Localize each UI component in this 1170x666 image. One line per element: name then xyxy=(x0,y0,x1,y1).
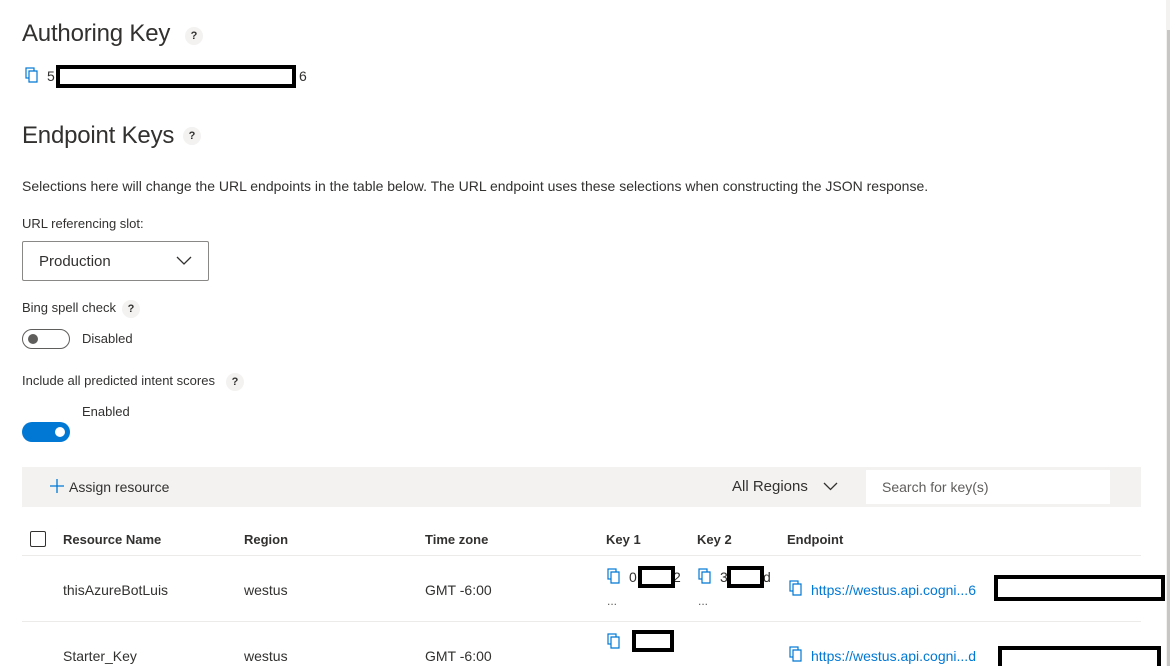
slot-dropdown[interactable]: Production xyxy=(22,241,209,281)
endpoint-keys-title: Endpoint Keys xyxy=(22,122,175,149)
select-all-checkbox[interactable] xyxy=(30,531,46,547)
bing-spell-check-label: Bing spell check xyxy=(22,300,116,315)
intent-scores-state: Enabled xyxy=(82,404,130,419)
bing-spell-check-toggle[interactable] xyxy=(22,329,70,349)
row2-region: westus xyxy=(244,648,288,664)
row1-key1-more: ... xyxy=(607,594,618,608)
row1-key2-redaction-inner xyxy=(731,570,760,584)
toggle-knob xyxy=(55,427,65,437)
slot-label: URL referencing slot: xyxy=(22,216,144,231)
authoring-key-prefix: 5 xyxy=(47,68,55,84)
copy-key2-icon[interactable] xyxy=(698,568,712,584)
intent-scores-help-icon[interactable]: ? xyxy=(226,373,244,391)
row1-endpoint-redaction-inner xyxy=(998,579,1161,597)
row1-resource-name: thisAzureBotLuis xyxy=(63,582,169,598)
row1-region: westus xyxy=(244,582,288,598)
row2-timezone: GMT -6:00 xyxy=(425,648,492,664)
column-header-endpoint[interactable]: Endpoint xyxy=(787,532,843,547)
column-header-time-zone[interactable]: Time zone xyxy=(425,532,488,547)
slot-dropdown-value: Production xyxy=(39,252,111,270)
column-header-resource-name[interactable]: Resource Name xyxy=(63,532,161,547)
copy-endpoint-icon[interactable] xyxy=(789,646,803,662)
chevron-down-icon[interactable] xyxy=(823,482,838,491)
bing-spell-check-help-icon[interactable]: ? xyxy=(122,300,140,318)
intent-scores-label: Include all predicted intent scores xyxy=(22,373,215,388)
plus-icon[interactable] xyxy=(50,479,64,493)
row1-key1-redaction-inner xyxy=(642,570,671,584)
endpoint-keys-help-icon[interactable]: ? xyxy=(183,127,201,145)
row1-endpoint-link[interactable]: https://westus.api.cogni...6 xyxy=(811,582,976,598)
authoring-key-redaction-inner xyxy=(60,69,292,84)
search-keys-input[interactable] xyxy=(866,470,1110,504)
row1-key2-suffix: d xyxy=(763,569,771,585)
authoring-key-suffix: 6 xyxy=(299,68,307,84)
endpoint-keys-description: Selections here will change the URL endp… xyxy=(22,178,929,194)
row1-timezone: GMT -6:00 xyxy=(425,582,492,598)
copy-key1-icon[interactable] xyxy=(607,633,621,649)
row2-endpoint-redaction-inner xyxy=(1002,650,1157,666)
copy-authoring-key-icon[interactable] xyxy=(25,67,39,83)
row1-key2-more: ... xyxy=(698,594,709,608)
column-header-key1[interactable]: Key 1 xyxy=(606,532,641,547)
copy-key1-icon[interactable] xyxy=(607,568,621,584)
copy-endpoint-icon[interactable] xyxy=(789,580,803,596)
column-header-key2[interactable]: Key 2 xyxy=(697,532,732,547)
row1-key1-prefix: 0 xyxy=(629,569,637,585)
bing-spell-check-state: Disabled xyxy=(82,331,133,346)
authoring-key-title: Authoring Key xyxy=(22,20,171,47)
row2-key1-redaction-inner xyxy=(636,634,670,648)
intent-scores-toggle[interactable] xyxy=(22,422,70,442)
chevron-down-icon xyxy=(176,256,192,265)
row2-resource-name: Starter_Key xyxy=(63,648,137,664)
authoring-key-help-icon[interactable]: ? xyxy=(185,27,203,45)
row2-endpoint-link[interactable]: https://westus.api.cogni...d xyxy=(811,648,976,664)
assign-resource-button[interactable]: Assign resource xyxy=(69,479,169,495)
region-filter-dropdown[interactable]: All Regions xyxy=(732,478,808,495)
toggle-knob xyxy=(28,334,38,344)
column-header-region[interactable]: Region xyxy=(244,532,288,547)
